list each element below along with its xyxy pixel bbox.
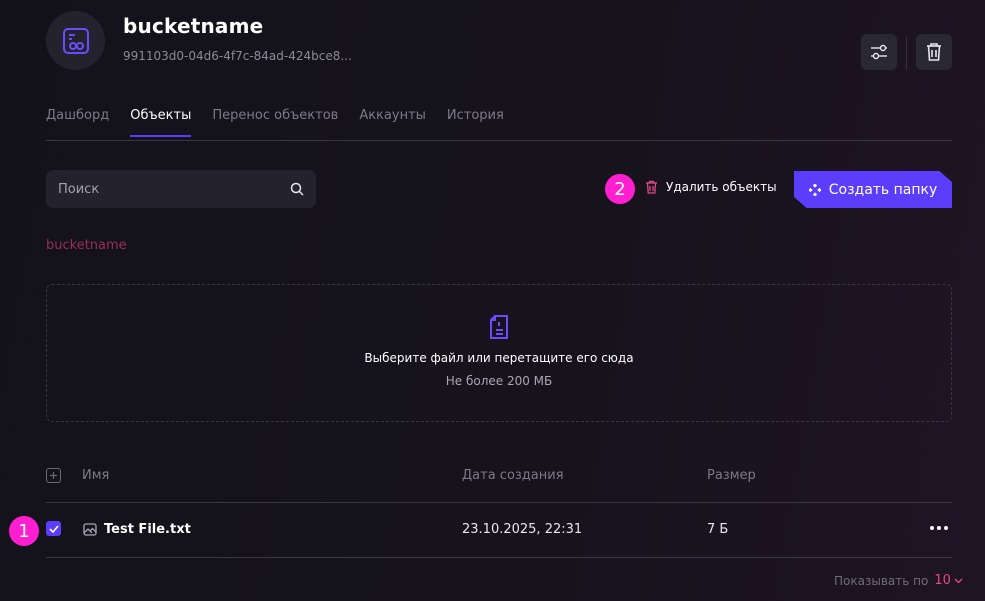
tab-objects[interactable]: Объекты: [130, 108, 192, 137]
bucket-title: bucketname: [123, 14, 264, 38]
check-icon: [48, 524, 59, 533]
trash-icon: [646, 180, 657, 194]
delete-objects-button[interactable]: Удалить объекты: [645, 180, 777, 194]
tabs-divider: [46, 140, 952, 141]
breadcrumb[interactable]: bucketname: [46, 238, 127, 253]
settings-sliders-icon: [871, 44, 887, 60]
dropzone-title: Выберите файл или перетащите его сюда: [364, 351, 634, 365]
page-size-label: Показывать по: [834, 573, 929, 588]
select-all-checkbox[interactable]: [46, 468, 61, 483]
sparkle-icon: [808, 183, 821, 196]
bucket-icon: [62, 27, 89, 54]
tab-dashboard[interactable]: Дашборд: [46, 108, 109, 137]
search-input[interactable]: [58, 181, 290, 197]
plus-icon: [50, 472, 57, 479]
file-created-date: 23.10.2025, 22:31: [462, 522, 583, 537]
table-row[interactable]: Test File.txt: [83, 522, 191, 537]
delete-objects-label: Удалить объекты: [666, 180, 777, 194]
create-folder-button[interactable]: Создать папку: [794, 171, 952, 208]
file-dropzone[interactable]: Выберите файл или перетащите его сюда Не…: [46, 284, 952, 422]
file-name[interactable]: Test File.txt: [104, 522, 191, 537]
table-header-divider: [46, 502, 952, 503]
delete-bucket-button[interactable]: [916, 34, 952, 70]
row-checkbox[interactable]: [46, 521, 61, 536]
tab-object-transfer[interactable]: Перенос объектов: [212, 108, 338, 137]
bucket-id: 991103d0-04d6-4f7c-84ad-424bce8...: [123, 49, 352, 63]
bucket-avatar: [46, 11, 105, 70]
page-size-value: 10: [934, 573, 951, 588]
more-icon: [930, 526, 934, 530]
column-header-created[interactable]: Дата создания: [462, 468, 564, 483]
dropzone-subtitle: Не более 200 МБ: [445, 374, 553, 388]
document-icon: [490, 315, 508, 339]
table-row-divider: [46, 557, 952, 558]
annotation-badge-1: 1: [9, 516, 39, 546]
file-size: 7 Б: [707, 522, 729, 537]
row-more-button[interactable]: [930, 522, 948, 534]
create-folder-label: Создать папку: [828, 181, 938, 198]
image-file-icon: [83, 523, 97, 536]
tab-history[interactable]: История: [447, 108, 504, 137]
trash-icon: [927, 43, 941, 61]
settings-button[interactable]: [861, 34, 897, 70]
chevron-down-icon: [954, 578, 963, 583]
annotation-badge-2: 2: [605, 174, 635, 204]
page-size-selector: Показывать по 10: [834, 573, 963, 588]
column-header-name[interactable]: Имя: [82, 468, 109, 483]
search-box: [46, 170, 316, 208]
search-icon[interactable]: [290, 182, 304, 196]
header-divider: [906, 36, 907, 70]
tab-accounts[interactable]: Аккаунты: [359, 108, 426, 137]
tab-bar: Дашборд Объекты Перенос объектов Аккаунт…: [46, 108, 525, 137]
column-header-size[interactable]: Размер: [707, 468, 756, 483]
page-size-dropdown[interactable]: 10: [934, 573, 963, 588]
